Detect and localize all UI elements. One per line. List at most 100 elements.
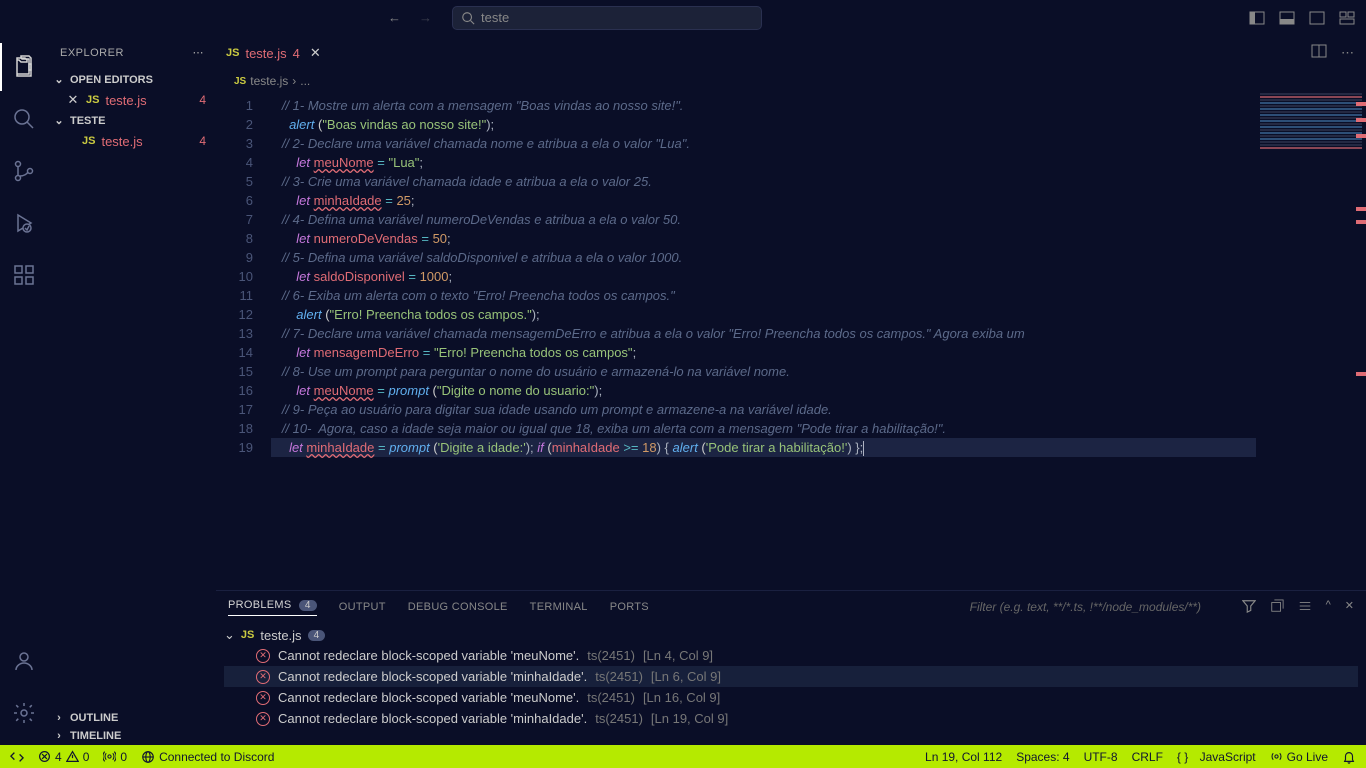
minimap[interactable] bbox=[1256, 92, 1366, 590]
activity-source-control-icon[interactable] bbox=[0, 147, 48, 195]
code-line[interactable]: alert ("Erro! Preencha todos os campos."… bbox=[271, 305, 1366, 324]
close-icon[interactable]: ✕ bbox=[310, 45, 321, 61]
more-actions-icon[interactable]: ⋯ bbox=[1341, 45, 1354, 61]
activity-search-icon[interactable] bbox=[0, 95, 48, 143]
panel-tab-problems[interactable]: PROBLEMS 4 bbox=[228, 599, 317, 616]
layout-panel-icon[interactable] bbox=[1276, 7, 1298, 29]
activity-explorer-icon[interactable] bbox=[0, 43, 48, 91]
code-line[interactable]: // 2- Declare uma variável chamada nome … bbox=[271, 134, 1366, 153]
status-notifications-icon[interactable] bbox=[1342, 750, 1356, 764]
view-as-list-icon[interactable] bbox=[1298, 599, 1312, 616]
explorer-more-icon[interactable]: ⋯ bbox=[193, 46, 205, 59]
chevron-down-icon: ⌄ bbox=[224, 627, 235, 643]
code-line[interactable]: let meuNome = "Lua"; bbox=[271, 153, 1366, 172]
status-encoding[interactable]: UTF-8 bbox=[1084, 750, 1118, 764]
folder-section[interactable]: ⌄ TESTE bbox=[48, 111, 216, 130]
code-line[interactable]: // 9- Peça ao usuário para digitar sua i… bbox=[271, 400, 1366, 419]
chevron-right-icon: › bbox=[52, 712, 66, 724]
problem-location: [Ln 19, Col 9] bbox=[651, 711, 728, 726]
panel-tab-debug[interactable]: DEBUG CONSOLE bbox=[408, 601, 508, 613]
activity-account-icon[interactable] bbox=[0, 637, 48, 685]
breadcrumb-dots: ... bbox=[300, 74, 310, 88]
filter-icon[interactable] bbox=[1242, 599, 1256, 616]
breadcrumb-sep: › bbox=[292, 74, 296, 88]
code-line[interactable]: // 6- Exiba um alerta com o texto "Erro!… bbox=[271, 286, 1366, 305]
status-discord[interactable]: Connected to Discord bbox=[141, 750, 274, 764]
search-text: teste bbox=[481, 10, 509, 25]
outline-section[interactable]: › OUTLINE bbox=[48, 709, 216, 727]
folder-file-item[interactable]: JS teste.js 4 bbox=[48, 130, 216, 152]
status-remote-icon[interactable] bbox=[10, 750, 24, 764]
problem-item[interactable]: ✕ Cannot redeclare block-scoped variable… bbox=[224, 708, 1358, 729]
panel-tab-ports[interactable]: PORTS bbox=[610, 601, 649, 613]
maximize-panel-icon[interactable]: ^ bbox=[1326, 599, 1331, 616]
status-language[interactable]: { } JavaScript bbox=[1177, 750, 1256, 764]
activity-extensions-icon[interactable] bbox=[0, 251, 48, 299]
problem-item[interactable]: ✕ Cannot redeclare block-scoped variable… bbox=[224, 645, 1358, 666]
command-search-input[interactable]: teste bbox=[452, 6, 762, 30]
error-icon: ✕ bbox=[256, 712, 270, 726]
close-icon[interactable]: ✕ bbox=[66, 92, 80, 108]
split-editor-icon[interactable] bbox=[1311, 43, 1327, 62]
editor-tab[interactable]: JS teste.js 4 ✕ bbox=[216, 35, 331, 70]
problem-message: Cannot redeclare block-scoped variable '… bbox=[278, 648, 579, 663]
layout-sidebar-left-icon[interactable] bbox=[1246, 7, 1268, 29]
open-editor-item[interactable]: ✕ JS teste.js 4 bbox=[48, 89, 216, 111]
editor-tabs: JS teste.js 4 ✕ ⋯ bbox=[216, 35, 1366, 70]
close-panel-icon[interactable]: ✕ bbox=[1345, 599, 1354, 616]
layout-sidebar-right-icon[interactable] bbox=[1306, 7, 1328, 29]
code-line[interactable]: let meuNome = prompt ("Digite o nome do … bbox=[271, 381, 1366, 400]
error-icon: ✕ bbox=[256, 649, 270, 663]
outline-label: OUTLINE bbox=[70, 712, 118, 724]
code-line[interactable]: let numeroDeVendas = 50; bbox=[271, 229, 1366, 248]
problem-code: ts(2451) bbox=[595, 669, 643, 684]
status-go-live[interactable]: Go Live bbox=[1270, 750, 1328, 764]
problem-item[interactable]: ✕ Cannot redeclare block-scoped variable… bbox=[224, 687, 1358, 708]
nav-forward-icon[interactable]: → bbox=[419, 10, 432, 25]
timeline-label: TIMELINE bbox=[70, 730, 121, 742]
error-icon: ✕ bbox=[256, 670, 270, 684]
code-line[interactable]: // 3- Crie uma variável chamada idade e … bbox=[271, 172, 1366, 191]
activity-run-icon[interactable] bbox=[0, 199, 48, 247]
problem-code: ts(2451) bbox=[587, 648, 635, 663]
problem-file-name: teste.js bbox=[260, 628, 301, 643]
problem-file-group[interactable]: ⌄ JS teste.js 4 bbox=[224, 625, 1358, 645]
panel-tab-terminal[interactable]: TERMINAL bbox=[530, 601, 588, 613]
chevron-down-icon: ⌄ bbox=[52, 114, 66, 127]
code-line[interactable]: // 5- Defina uma variável saldoDisponive… bbox=[271, 248, 1366, 267]
code-editor[interactable]: 12345678910111213141516171819 // 1- Most… bbox=[216, 92, 1366, 590]
code-content[interactable]: // 1- Mostre um alerta com a mensagem "B… bbox=[271, 92, 1366, 590]
code-line[interactable]: let mensagemDeErro = "Erro! Preencha tod… bbox=[271, 343, 1366, 362]
status-errors[interactable]: 4 0 bbox=[38, 750, 89, 764]
problem-location: [Ln 16, Col 9] bbox=[643, 690, 720, 705]
problem-item[interactable]: ✕ Cannot redeclare block-scoped variable… bbox=[224, 666, 1358, 687]
line-gutter: 12345678910111213141516171819 bbox=[216, 92, 271, 590]
nav-back-icon[interactable]: ← bbox=[388, 10, 401, 25]
code-line[interactable]: let saldoDisponivel = 1000; bbox=[271, 267, 1366, 286]
panel-tab-output[interactable]: OUTPUT bbox=[339, 601, 386, 613]
activity-settings-icon[interactable] bbox=[0, 689, 48, 737]
problem-location: [Ln 6, Col 9] bbox=[651, 669, 721, 684]
timeline-section[interactable]: › TIMELINE bbox=[48, 727, 216, 745]
status-cursor-position[interactable]: Ln 19, Col 112 bbox=[925, 750, 1002, 764]
code-line[interactable]: // 7- Declare uma variável chamada mensa… bbox=[271, 324, 1366, 343]
code-line[interactable]: // 4- Defina uma variável numeroDeVendas… bbox=[271, 210, 1366, 229]
bottom-panel: PROBLEMS 4 OUTPUT DEBUG CONSOLE TERMINAL… bbox=[216, 590, 1366, 745]
code-line[interactable]: alert ("Boas vindas ao nosso site!"); bbox=[271, 115, 1366, 134]
status-ports[interactable]: 0 bbox=[103, 750, 127, 764]
open-editors-section[interactable]: ⌄ OPEN EDITORS bbox=[48, 70, 216, 89]
code-line[interactable]: // 1- Mostre um alerta com a mensagem "B… bbox=[271, 96, 1366, 115]
status-indentation[interactable]: Spaces: 4 bbox=[1016, 750, 1069, 764]
code-line[interactable]: // 10- Agora, caso a idade seja maior ou… bbox=[271, 419, 1366, 438]
code-line[interactable]: // 8- Use um prompt para perguntar o nom… bbox=[271, 362, 1366, 381]
breadcrumb[interactable]: JS teste.js › ... bbox=[216, 70, 1366, 92]
status-eol[interactable]: CRLF bbox=[1132, 750, 1163, 764]
layout-customize-icon[interactable] bbox=[1336, 7, 1358, 29]
js-file-icon: JS bbox=[82, 135, 95, 147]
code-line[interactable]: let minhaIdade = 25; bbox=[271, 191, 1366, 210]
problems-filter-input[interactable]: Filter (e.g. text, **/*.ts, !**/node_mod… bbox=[970, 600, 1210, 614]
breadcrumb-file: teste.js bbox=[250, 74, 288, 88]
collapse-all-icon[interactable] bbox=[1270, 599, 1284, 616]
code-line[interactable]: let minhaIdade = prompt ('Digite a idade… bbox=[271, 438, 1366, 457]
problem-message: Cannot redeclare block-scoped variable '… bbox=[278, 669, 587, 684]
